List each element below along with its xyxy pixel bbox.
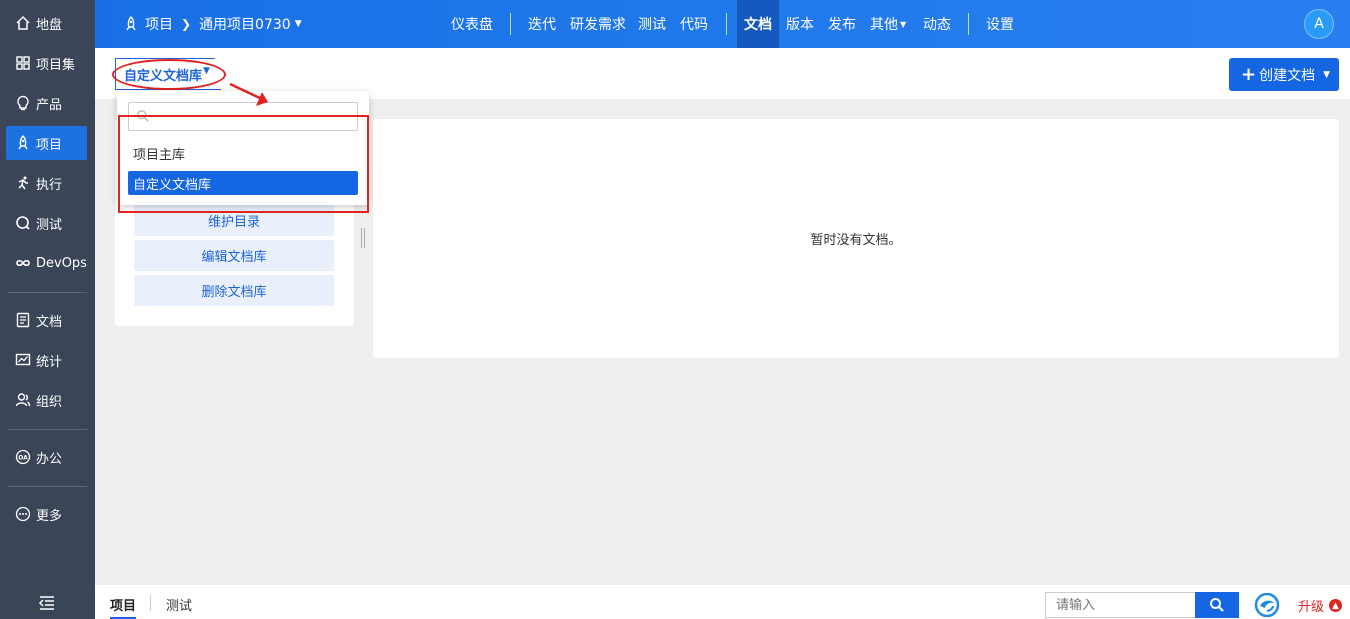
nav-story[interactable]: 研发需求 — [563, 0, 633, 48]
arrow-up-icon: ▲ — [1329, 599, 1343, 612]
sidebar-item-test[interactable]: 测试 — [6, 206, 87, 240]
sidebar-item-label: 文档 — [36, 314, 63, 330]
nav-release[interactable]: 发布 — [821, 0, 863, 48]
nav-divider — [510, 13, 511, 35]
sidebar-item-org[interactable]: 组织 — [6, 383, 87, 417]
sidebar-item-program[interactable]: 项目集 — [6, 46, 87, 80]
global-search-button[interactable] — [1195, 592, 1239, 618]
breadcrumb: 项目 ❯ 通用项目0730 ▼ — [123, 0, 302, 48]
more-icon — [14, 505, 32, 523]
magnifier-icon — [14, 214, 32, 232]
rocket-icon — [126, 16, 136, 31]
sidebar-item-label: 办公 — [36, 451, 63, 467]
sidebar-item-label: 项目集 — [36, 57, 76, 73]
grid-icon — [14, 54, 32, 72]
sidebar-item-product[interactable]: 产品 — [6, 86, 87, 120]
doc-list-card: 暂时没有文档。 — [373, 119, 1339, 358]
create-doc-button[interactable]: + 创建文档 ▼ — [1229, 58, 1339, 91]
sidebar-item-label: 执行 — [36, 177, 63, 193]
edit-library-button[interactable]: 编辑文档库 — [134, 240, 334, 271]
nav-iteration[interactable]: 迭代 — [521, 0, 563, 48]
people-icon — [14, 391, 32, 409]
global-search-input[interactable] — [1045, 592, 1196, 618]
nav-divider — [968, 13, 969, 35]
bottom-tab-project[interactable]: 项目 — [110, 595, 137, 619]
oa-icon: OA — [14, 448, 32, 466]
sidebar-item-label: 产品 — [36, 97, 63, 113]
panel-splitter[interactable] — [361, 228, 365, 248]
chevron-right-icon: ❯ — [181, 17, 192, 31]
runner-icon — [14, 174, 32, 192]
nav-test[interactable]: 测试 — [631, 0, 673, 48]
project-switcher[interactable]: 通用项目0730 — [199, 14, 291, 34]
create-doc-label: 创建文档 — [1259, 67, 1316, 84]
highlight-ellipse — [112, 59, 226, 90]
sidebar-item-label: 组织 — [36, 394, 63, 410]
chat-logo-icon[interactable] — [1254, 593, 1280, 617]
caret-down-icon[interactable]: ▼ — [1323, 70, 1330, 80]
sidebar-item-dashboard[interactable]: 地盘 — [6, 6, 87, 40]
sidebar-item-project[interactable]: 项目 — [6, 126, 87, 160]
sidebar-divider — [8, 429, 87, 430]
empty-state-text: 暂时没有文档。 — [810, 233, 902, 248]
nav-doc[interactable]: 文档 — [737, 0, 779, 48]
sidebar-item-office[interactable]: OA 办公 — [6, 440, 87, 474]
collapse-menu-icon[interactable] — [38, 595, 56, 611]
nav-dynamic[interactable]: 动态 — [916, 0, 958, 48]
upgrade-link[interactable]: 升级 ▲ — [1298, 596, 1343, 615]
annotation-arrow-icon — [229, 82, 268, 106]
document-icon — [14, 311, 32, 329]
highlight-rectangle — [118, 115, 369, 213]
caret-down-icon[interactable]: ▼ — [295, 19, 302, 29]
nav-build[interactable]: 版本 — [779, 0, 821, 48]
plus-icon: + — [1241, 64, 1257, 85]
chart-icon — [14, 351, 32, 369]
nav-other[interactable]: 其他 ▼ — [863, 0, 913, 48]
sidebar-item-execution[interactable]: 执行 — [6, 166, 87, 200]
caret-down-icon: ▼ — [900, 19, 907, 29]
infinity-icon — [14, 254, 32, 272]
sidebar-item-doc[interactable]: 文档 — [6, 303, 87, 337]
nav-settings[interactable]: 设置 — [979, 0, 1021, 48]
sidebar-item-label: DevOps — [36, 255, 87, 271]
upgrade-label: 升级 — [1298, 600, 1325, 615]
bottom-tab-test[interactable]: 测试 — [166, 595, 192, 614]
sidebar-item-label: 统计 — [36, 354, 63, 370]
rocket-icon — [14, 134, 32, 152]
sidebar: 地盘 项目集 产品 项目 执行 测试 DevOps 文档 统计 组织 OA 办公 — [0, 0, 95, 619]
delete-library-button[interactable]: 删除文档库 — [134, 275, 334, 306]
bottom-bar: 项目 测试 升级 ▲ — [95, 585, 1350, 619]
sidebar-item-label: 更多 — [36, 508, 63, 524]
nav-divider — [726, 13, 727, 35]
nav-code[interactable]: 代码 — [673, 0, 715, 48]
sidebar-item-label: 测试 — [36, 217, 63, 233]
search-icon — [1210, 598, 1224, 612]
bottom-divider — [150, 595, 151, 611]
sidebar-divider — [8, 486, 87, 487]
user-avatar[interactable]: A — [1304, 9, 1334, 39]
sidebar-item-devops[interactable]: DevOps — [6, 246, 87, 280]
sidebar-item-stats[interactable]: 统计 — [6, 343, 87, 377]
sidebar-item-more[interactable]: 更多 — [6, 497, 87, 531]
nav-other-label: 其他 — [870, 17, 898, 33]
svg-text:OA: OA — [18, 454, 28, 461]
sidebar-divider — [8, 292, 87, 293]
lightbulb-icon — [14, 94, 32, 112]
sidebar-item-label: 地盘 — [36, 17, 63, 33]
sidebar-item-label: 项目 — [36, 137, 63, 153]
home-icon — [14, 14, 32, 32]
top-navbar: 项目 ❯ 通用项目0730 ▼ 仪表盘 迭代 研发需求 测试 代码 文档 版本 … — [95, 0, 1350, 48]
breadcrumb-root[interactable]: 项目 — [145, 14, 173, 34]
nav-dashboard[interactable]: 仪表盘 — [444, 0, 500, 48]
